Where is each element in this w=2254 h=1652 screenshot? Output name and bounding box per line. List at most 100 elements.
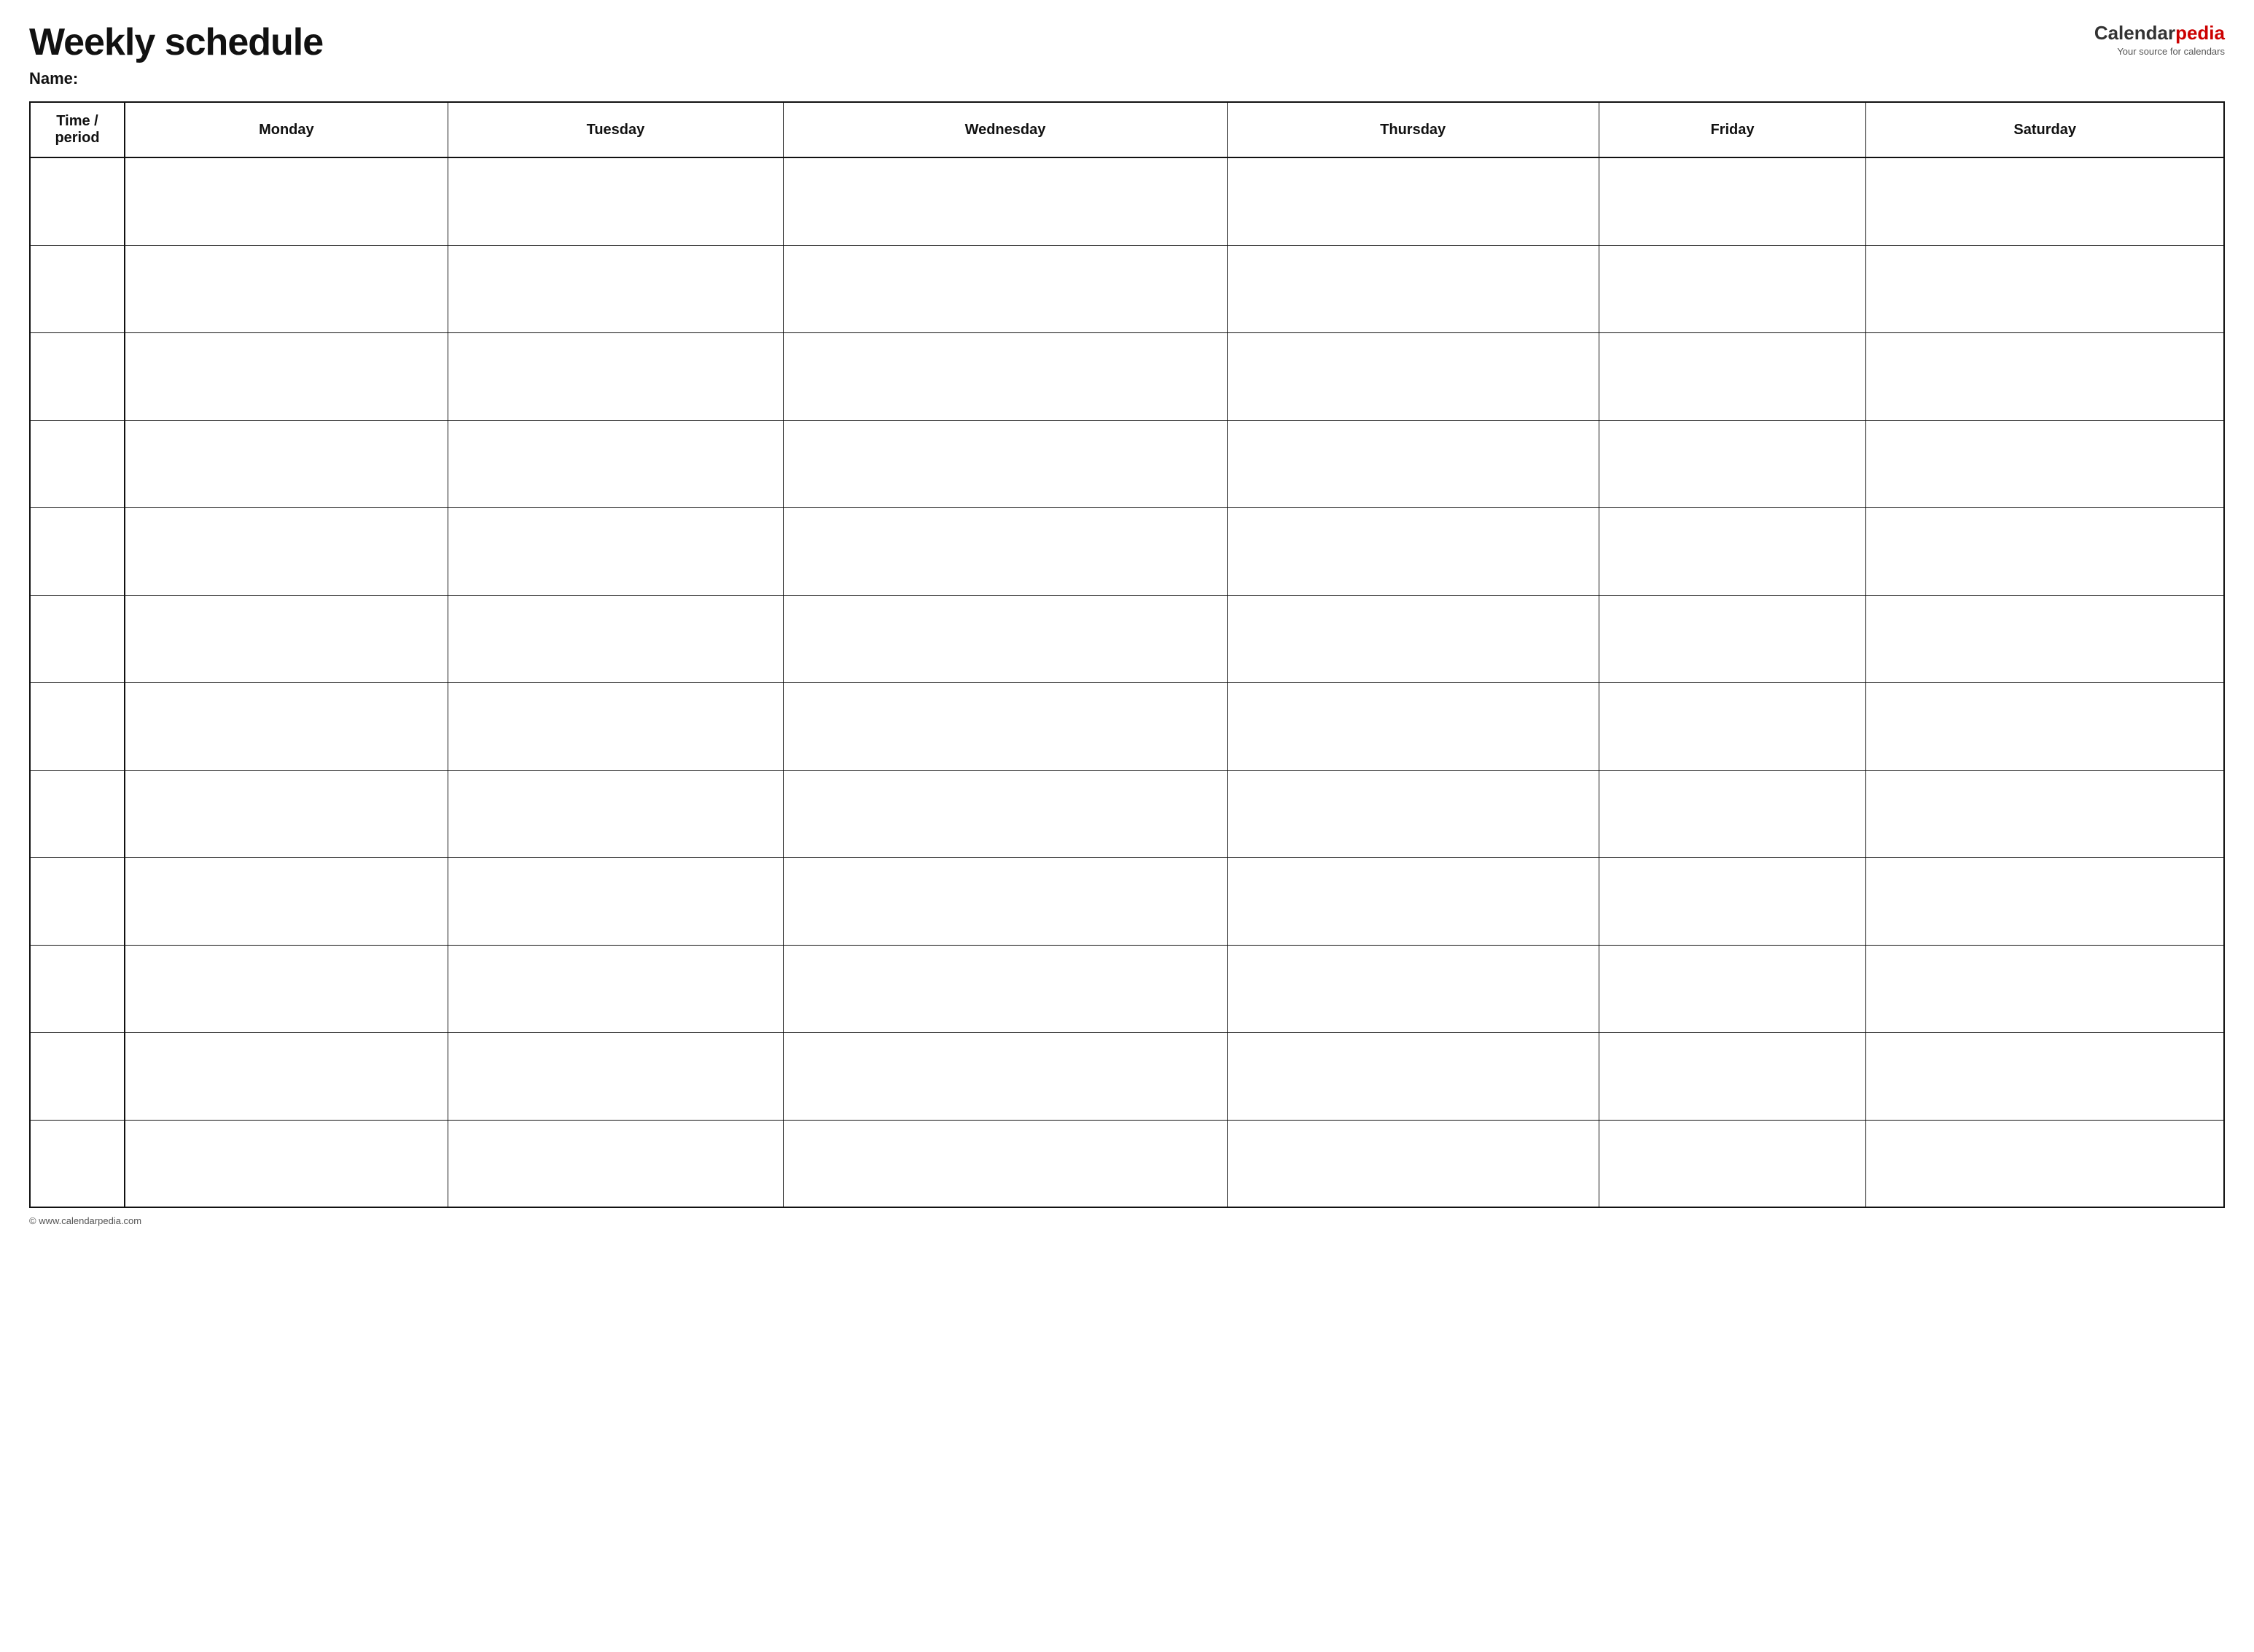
schedule-cell[interactable] <box>125 332 448 420</box>
schedule-cell[interactable] <box>448 1120 783 1207</box>
time-cell[interactable] <box>30 770 125 857</box>
schedule-cell[interactable] <box>448 157 783 245</box>
schedule-cell[interactable] <box>125 595 448 682</box>
schedule-cell[interactable] <box>784 507 1228 595</box>
schedule-cell[interactable] <box>1599 332 1866 420</box>
schedule-cell[interactable] <box>784 245 1228 332</box>
time-cell[interactable] <box>30 507 125 595</box>
schedule-cell[interactable] <box>1866 770 2224 857</box>
page-title: Weekly schedule <box>29 22 323 63</box>
schedule-cell[interactable] <box>448 420 783 507</box>
schedule-cell[interactable] <box>1866 245 2224 332</box>
table-row <box>30 595 2224 682</box>
schedule-cell[interactable] <box>1599 420 1866 507</box>
schedule-cell[interactable] <box>1599 157 1866 245</box>
schedule-cell[interactable] <box>1227 857 1599 945</box>
schedule-cell[interactable] <box>1227 770 1599 857</box>
col-header-monday: Monday <box>125 102 448 157</box>
schedule-cell[interactable] <box>784 332 1228 420</box>
schedule-cell[interactable] <box>1227 1032 1599 1120</box>
schedule-cell[interactable] <box>1227 682 1599 770</box>
schedule-cell[interactable] <box>125 770 448 857</box>
schedule-cell[interactable] <box>1227 157 1599 245</box>
schedule-cell[interactable] <box>125 1032 448 1120</box>
schedule-cell[interactable] <box>1599 682 1866 770</box>
schedule-cell[interactable] <box>784 857 1228 945</box>
schedule-cell[interactable] <box>448 857 783 945</box>
schedule-cell[interactable] <box>1866 682 2224 770</box>
schedule-cell[interactable] <box>1866 507 2224 595</box>
time-cell[interactable] <box>30 682 125 770</box>
logo-red-text: pedia <box>2175 22 2225 44</box>
time-cell[interactable] <box>30 420 125 507</box>
schedule-cell[interactable] <box>784 945 1228 1032</box>
schedule-cell[interactable] <box>784 157 1228 245</box>
table-row <box>30 332 2224 420</box>
table-row <box>30 420 2224 507</box>
schedule-cell[interactable] <box>125 945 448 1032</box>
schedule-cell[interactable] <box>448 945 783 1032</box>
col-header-tuesday: Tuesday <box>448 102 783 157</box>
schedule-cell[interactable] <box>1599 1032 1866 1120</box>
schedule-cell[interactable] <box>448 770 783 857</box>
table-row <box>30 1120 2224 1207</box>
schedule-cell[interactable] <box>125 245 448 332</box>
schedule-cell[interactable] <box>784 682 1228 770</box>
schedule-cell[interactable] <box>1227 245 1599 332</box>
schedule-cell[interactable] <box>1227 595 1599 682</box>
time-cell[interactable] <box>30 245 125 332</box>
schedule-cell[interactable] <box>1866 157 2224 245</box>
time-cell[interactable] <box>30 157 125 245</box>
time-cell[interactable] <box>30 332 125 420</box>
time-cell[interactable] <box>30 1120 125 1207</box>
schedule-cell[interactable] <box>448 507 783 595</box>
schedule-cell[interactable] <box>1227 507 1599 595</box>
schedule-cell[interactable] <box>1866 1120 2224 1207</box>
schedule-cell[interactable] <box>1866 945 2224 1032</box>
table-row <box>30 945 2224 1032</box>
schedule-cell[interactable] <box>1599 770 1866 857</box>
schedule-cell[interactable] <box>1227 420 1599 507</box>
schedule-cell[interactable] <box>784 1120 1228 1207</box>
schedule-cell[interactable] <box>1599 945 1866 1032</box>
schedule-cell[interactable] <box>448 682 783 770</box>
schedule-cell[interactable] <box>1599 595 1866 682</box>
schedule-cell[interactable] <box>1866 332 2224 420</box>
schedule-cell[interactable] <box>125 1120 448 1207</box>
table-row <box>30 770 2224 857</box>
schedule-cell[interactable] <box>125 857 448 945</box>
col-header-saturday: Saturday <box>1866 102 2224 157</box>
schedule-cell[interactable] <box>784 595 1228 682</box>
schedule-cell[interactable] <box>784 420 1228 507</box>
schedule-cell[interactable] <box>1227 945 1599 1032</box>
title-section: Weekly schedule Name: <box>29 22 323 88</box>
schedule-cell[interactable] <box>448 245 783 332</box>
schedule-cell[interactable] <box>784 1032 1228 1120</box>
schedule-cell[interactable] <box>448 595 783 682</box>
schedule-cell[interactable] <box>1866 420 2224 507</box>
schedule-cell[interactable] <box>1599 245 1866 332</box>
schedule-cell[interactable] <box>448 332 783 420</box>
schedule-cell[interactable] <box>1866 857 2224 945</box>
schedule-cell[interactable] <box>784 770 1228 857</box>
schedule-cell[interactable] <box>1599 857 1866 945</box>
schedule-cell[interactable] <box>1227 1120 1599 1207</box>
name-label: Name: <box>29 69 323 88</box>
table-row <box>30 1032 2224 1120</box>
schedule-cell[interactable] <box>1599 507 1866 595</box>
weekly-schedule-table: Time / period Monday Tuesday Wednesday T… <box>29 101 2225 1208</box>
schedule-cell[interactable] <box>1599 1120 1866 1207</box>
time-cell[interactable] <box>30 945 125 1032</box>
logo-text: Calendarpedia <box>2094 22 2225 44</box>
schedule-cell[interactable] <box>125 507 448 595</box>
time-cell[interactable] <box>30 595 125 682</box>
schedule-cell[interactable] <box>1866 595 2224 682</box>
schedule-cell[interactable] <box>125 157 448 245</box>
schedule-cell[interactable] <box>125 682 448 770</box>
time-cell[interactable] <box>30 857 125 945</box>
time-cell[interactable] <box>30 1032 125 1120</box>
schedule-cell[interactable] <box>125 420 448 507</box>
schedule-cell[interactable] <box>448 1032 783 1120</box>
schedule-cell[interactable] <box>1866 1032 2224 1120</box>
schedule-cell[interactable] <box>1227 332 1599 420</box>
